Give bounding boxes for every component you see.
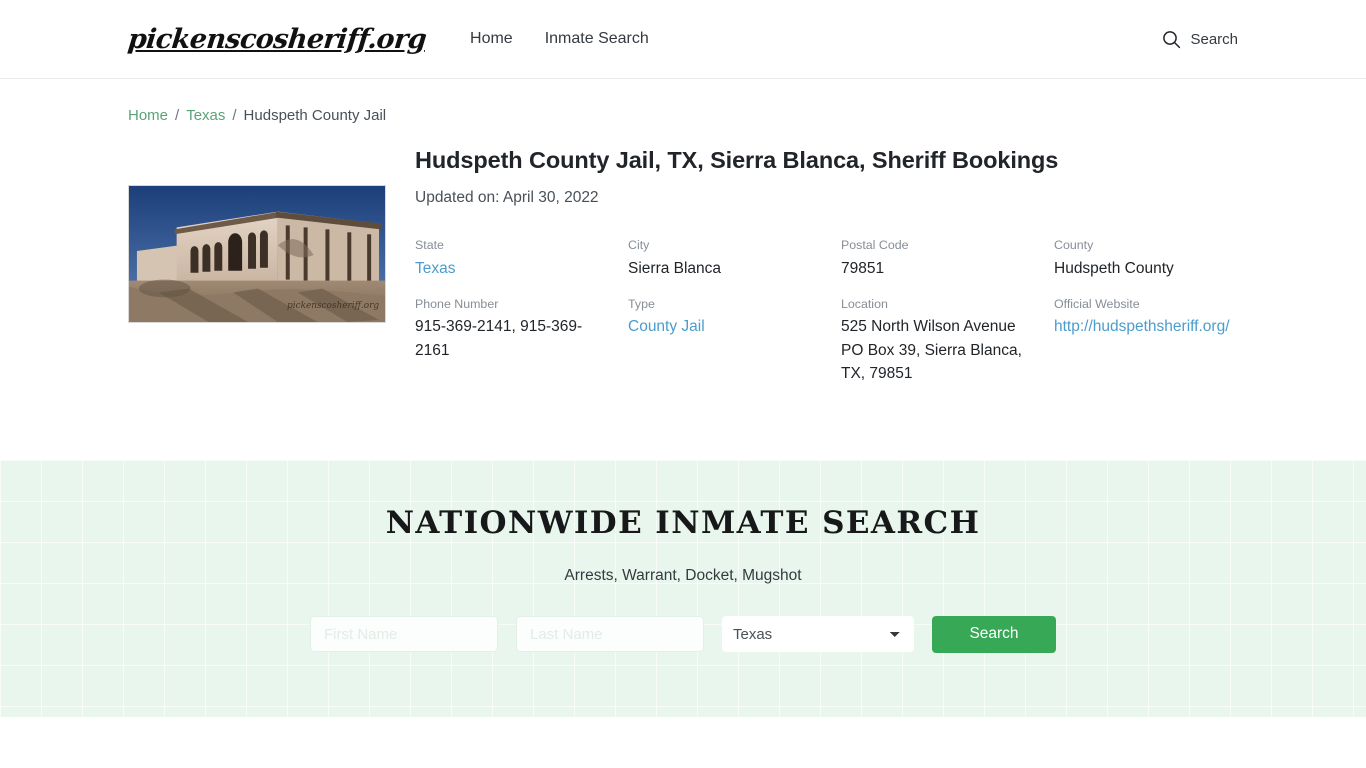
detail-label-location: Location xyxy=(841,296,888,311)
detail-value-state: Texas xyxy=(415,257,610,281)
breadcrumb-separator: / xyxy=(232,107,237,124)
detail-label-phone-number: Phone Number xyxy=(415,296,499,311)
detail-value-city: Sierra Blanca xyxy=(628,259,722,277)
inmate-search-form: Texas Search xyxy=(310,615,1056,653)
photo-watermark: pickenscosheriff.org xyxy=(287,301,379,311)
last-name-input[interactable] xyxy=(516,616,704,653)
nationwide-search-subtitle: Arrests, Warrant, Docket, Mugshot xyxy=(564,566,802,584)
breadcrumb-item-current: Hudspeth County Jail xyxy=(243,107,387,124)
page-title: Hudspeth County Jail, TX, Sierra Blanca,… xyxy=(415,147,1059,173)
detail-value-official-website: http://hudspethsheriff.org/ xyxy=(1054,315,1230,339)
breadcrumb-item-home[interactable]: Home xyxy=(128,107,168,124)
main-content: pickenscosheriff.org Hudspeth County Jai… xyxy=(0,146,1366,386)
detail-type: Type County Jail xyxy=(628,295,841,386)
main-navigation: Home Inmate Search xyxy=(470,30,649,48)
first-name-input[interactable] xyxy=(310,616,498,653)
detail-value-type: County Jail xyxy=(628,315,823,339)
header-search-toggle[interactable]: Search xyxy=(1162,30,1238,49)
nav-item-home[interactable]: Home xyxy=(470,30,513,48)
site-header: pickenscosheriff.org Home Inmate Search … xyxy=(0,0,1366,79)
detail-value-phone-number: 915-369-2141, 915-369-2161 xyxy=(415,318,583,359)
detail-city: City Sierra Blanca xyxy=(628,236,841,280)
jail-info-column: Hudspeth County Jail, TX, Sierra Blanca,… xyxy=(386,146,1248,386)
detail-postal-code: Postal Code 79851 xyxy=(841,236,1054,280)
breadcrumb-item-texas[interactable]: Texas xyxy=(186,107,225,124)
detail-official-website: Official Website http://hudspethsheriff.… xyxy=(1054,295,1248,386)
detail-label-state: State xyxy=(415,238,444,253)
nationwide-search-title: NATIONWIDE INMATE SEARCH xyxy=(385,504,981,541)
nav-item-inmate-search[interactable]: Inmate Search xyxy=(545,30,649,48)
state-link[interactable]: Texas xyxy=(415,260,456,277)
detail-label-city: City xyxy=(628,238,650,253)
jail-photo-column: pickenscosheriff.org xyxy=(128,146,386,323)
detail-value-postal-code: 79851 xyxy=(841,259,885,277)
detail-value-location: 525 North Wilson Avenue PO Box 39, Sierr… xyxy=(841,318,1022,383)
type-link[interactable]: County Jail xyxy=(628,318,705,335)
detail-label-official-website: Official Website xyxy=(1054,296,1140,311)
detail-label-type: Type xyxy=(628,296,655,311)
state-select[interactable]: Texas xyxy=(722,616,914,653)
detail-state: State Texas xyxy=(415,236,628,280)
jail-photo: pickenscosheriff.org xyxy=(128,185,386,323)
search-button[interactable]: Search xyxy=(932,615,1056,653)
detail-label-county: County xyxy=(1054,238,1094,253)
jail-detail-grid: State Texas City Sierra Blanca Postal Co… xyxy=(415,236,1248,385)
detail-phone-number: Phone Number 915-369-2141, 915-369-2161 xyxy=(415,295,628,386)
nationwide-inmate-search-section: NATIONWIDE INMATE SEARCH Arrests, Warran… xyxy=(0,460,1366,717)
detail-county: County Hudspeth County xyxy=(1054,236,1248,280)
official-website-link[interactable]: http://hudspethsheriff.org/ xyxy=(1054,318,1230,335)
breadcrumb-separator: / xyxy=(175,107,180,124)
updated-date: Updated on: April 30, 2022 xyxy=(415,189,599,207)
search-icon xyxy=(1162,30,1181,49)
detail-value-county: Hudspeth County xyxy=(1054,259,1174,277)
site-logo[interactable]: pickenscosheriff.org xyxy=(126,24,427,55)
detail-location: Location 525 North Wilson Avenue PO Box … xyxy=(841,295,1054,386)
header-search-label: Search xyxy=(1190,30,1238,48)
detail-label-postal-code: Postal Code xyxy=(841,238,909,253)
breadcrumb: Home / Texas / Hudspeth County Jail xyxy=(0,79,1366,124)
